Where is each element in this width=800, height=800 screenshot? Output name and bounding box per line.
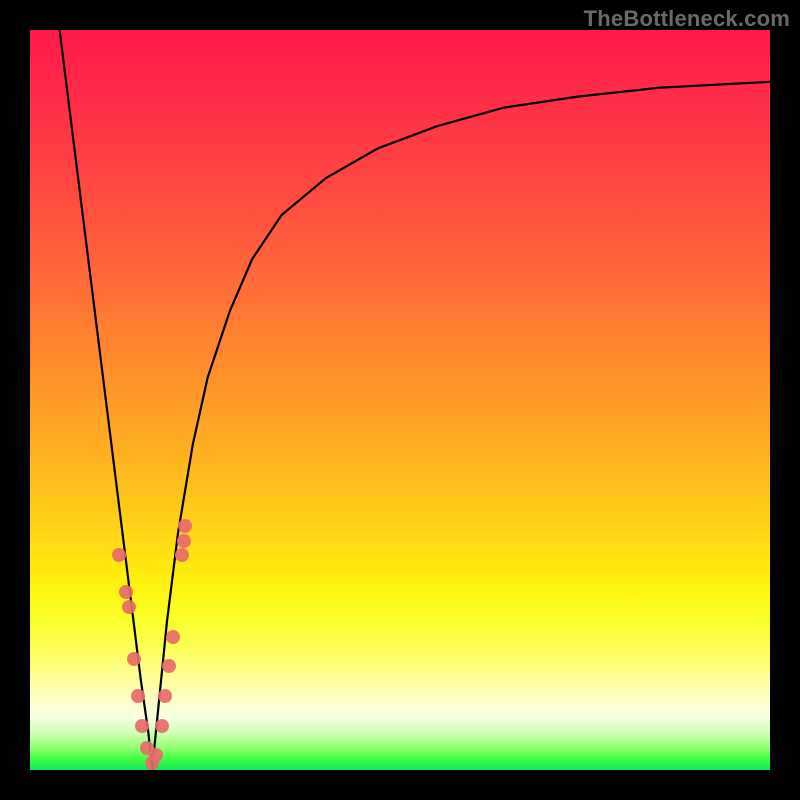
- watermark-text: TheBottleneck.com: [584, 6, 790, 32]
- data-point: [149, 748, 163, 762]
- data-point: [162, 659, 176, 673]
- data-point: [135, 719, 149, 733]
- data-point: [131, 689, 145, 703]
- chart-frame: TheBottleneck.com: [0, 0, 800, 800]
- data-point: [158, 689, 172, 703]
- data-point: [175, 548, 189, 562]
- data-point: [122, 600, 136, 614]
- data-point: [155, 719, 169, 733]
- bottleneck-curve: [30, 30, 770, 770]
- data-point: [119, 585, 133, 599]
- plot-area: [30, 30, 770, 770]
- data-point: [166, 630, 180, 644]
- curve-right-branch: [152, 82, 770, 770]
- data-point: [127, 652, 141, 666]
- data-point: [177, 534, 191, 548]
- data-point: [112, 548, 126, 562]
- data-point: [178, 519, 192, 533]
